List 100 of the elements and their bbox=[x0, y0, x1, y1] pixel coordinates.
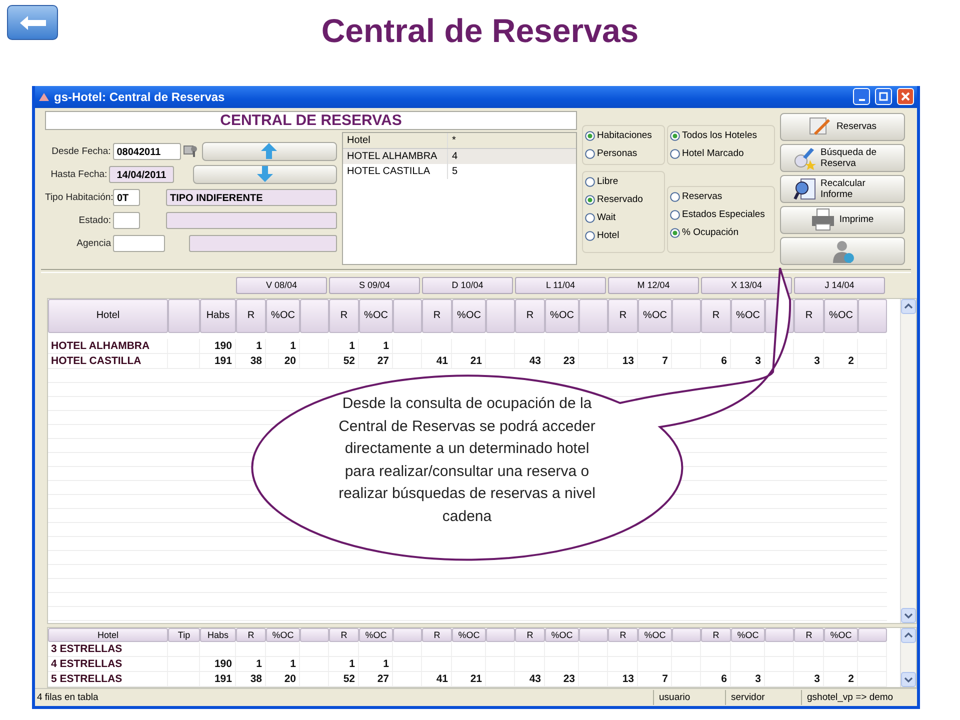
back-button[interactable] bbox=[7, 5, 58, 40]
column-header: R bbox=[236, 298, 266, 333]
column-header bbox=[486, 298, 515, 333]
table-cell: 52 bbox=[329, 354, 359, 368]
day-header: X 13/04 bbox=[701, 276, 792, 294]
table-cell: 13 bbox=[608, 354, 638, 368]
table-cell: 38 bbox=[236, 672, 266, 686]
input-field[interactable]: 0T bbox=[113, 188, 140, 206]
day-header: S 09/04 bbox=[329, 276, 420, 294]
column-header: %OC bbox=[266, 298, 300, 333]
hotel-name: HOTEL CASTILLA bbox=[343, 164, 448, 179]
column-header: %OC bbox=[452, 628, 486, 642]
radio-option[interactable]: Personas bbox=[585, 146, 662, 161]
radio-option[interactable]: Reservado bbox=[585, 192, 662, 207]
column-header: %OC bbox=[731, 628, 765, 642]
table-cell: 3 bbox=[731, 672, 765, 686]
column-header: %OC bbox=[824, 298, 858, 333]
column-header: R bbox=[515, 628, 545, 642]
column-header bbox=[393, 628, 422, 642]
radio-option[interactable]: % Ocupación bbox=[670, 226, 772, 240]
column-header: R bbox=[794, 628, 824, 642]
radio-button[interactable] bbox=[670, 130, 680, 141]
table-cell: 23 bbox=[545, 354, 579, 368]
status-field: usuario bbox=[653, 690, 725, 706]
close-button[interactable] bbox=[897, 88, 914, 106]
radio-option[interactable]: Todos los Hoteles bbox=[670, 128, 772, 143]
radio-button[interactable] bbox=[585, 130, 595, 141]
report-search-icon bbox=[792, 176, 816, 201]
column-header: R bbox=[794, 298, 824, 333]
column-header: R bbox=[701, 628, 731, 642]
arrow-button[interactable] bbox=[192, 164, 337, 184]
minimize-button[interactable] bbox=[853, 88, 870, 106]
input-field[interactable] bbox=[113, 234, 165, 252]
scroll-up-icon bbox=[901, 628, 916, 644]
field-label: Tipo Habitación: bbox=[45, 192, 111, 203]
table-cell: 1 bbox=[236, 657, 266, 672]
column-header: %OC bbox=[638, 298, 672, 333]
field-label: Estado: bbox=[78, 214, 111, 226]
radio-button[interactable] bbox=[670, 210, 680, 220]
table-cell: 191 bbox=[200, 354, 236, 368]
radio-option[interactable]: Wait bbox=[585, 210, 662, 225]
maximize-icon bbox=[879, 92, 888, 102]
table-cell: 1 bbox=[329, 338, 359, 353]
action-button[interactable]: Búsqueda de Reserva bbox=[780, 144, 905, 172]
close-icon bbox=[901, 92, 910, 102]
radio-button[interactable] bbox=[585, 212, 595, 223]
maximize-button[interactable] bbox=[875, 88, 892, 106]
input-field[interactable]: 14/04/2011 bbox=[109, 166, 174, 183]
radio-option[interactable]: Hotel bbox=[585, 228, 662, 243]
table-cell: 21 bbox=[452, 354, 486, 368]
hotel-name: HOTEL CASTILLA bbox=[48, 354, 168, 368]
table-cell: 13 bbox=[608, 672, 638, 686]
user-button[interactable] bbox=[780, 236, 905, 265]
column-header: Tip bbox=[168, 628, 200, 642]
radio-option[interactable]: Reservas bbox=[670, 190, 772, 204]
table-cell: 7 bbox=[638, 354, 672, 368]
input-field[interactable] bbox=[113, 212, 140, 229]
app-icon bbox=[39, 92, 49, 101]
radio-button[interactable] bbox=[585, 176, 595, 187]
radio-button[interactable] bbox=[670, 148, 680, 159]
column-header: R bbox=[329, 298, 359, 333]
action-button[interactable]: Reservas bbox=[780, 112, 905, 141]
column-header: %OC bbox=[731, 298, 765, 333]
radio-option[interactable]: Estados Especiales bbox=[670, 208, 772, 222]
slide-title: Central de Reservas bbox=[321, 12, 639, 50]
radio-option[interactable]: Libre bbox=[585, 174, 662, 189]
day-header: V 08/04 bbox=[236, 276, 327, 294]
column-header bbox=[672, 628, 701, 642]
table-cell: 41 bbox=[422, 354, 452, 368]
list-row[interactable]: HOTEL CASTILLA 5 bbox=[343, 164, 576, 179]
radio-button[interactable] bbox=[585, 230, 595, 241]
column-header bbox=[393, 298, 422, 333]
radio-button[interactable] bbox=[585, 194, 595, 205]
column-header: R bbox=[422, 628, 452, 642]
user-icon bbox=[830, 238, 854, 263]
radio-option[interactable]: Habitaciones bbox=[585, 128, 662, 143]
search-icon bbox=[792, 146, 816, 170]
hotel-name: HOTEL ALHAMBRA bbox=[343, 148, 448, 164]
scrollbar[interactable] bbox=[900, 298, 916, 624]
input-field[interactable]: 08042011 bbox=[112, 142, 181, 160]
table-cell: 27 bbox=[359, 354, 393, 368]
table-cell: 20 bbox=[266, 672, 300, 686]
arrow-button[interactable] bbox=[202, 142, 337, 161]
action-button[interactable]: Recalcular Informe bbox=[780, 174, 905, 203]
scrollbar[interactable] bbox=[900, 628, 916, 688]
radio-button[interactable] bbox=[670, 192, 680, 202]
radio-button[interactable] bbox=[670, 228, 680, 238]
column-header: R bbox=[608, 628, 638, 642]
column-header: Habs bbox=[200, 298, 236, 333]
radio-option[interactable]: Hotel Marcado bbox=[670, 146, 772, 161]
table-cell: 41 bbox=[422, 672, 452, 686]
table-cell: 191 bbox=[200, 672, 236, 686]
list-row[interactable]: HOTEL ALHAMBRA 4 bbox=[343, 148, 576, 164]
table-cell: 190 bbox=[200, 657, 236, 672]
table-cell: 38 bbox=[236, 354, 266, 368]
radio-button[interactable] bbox=[585, 148, 595, 159]
day-header: M 12/04 bbox=[608, 276, 699, 294]
report-title: CENTRAL DE RESERVAS bbox=[45, 110, 577, 130]
action-button[interactable]: Imprime bbox=[780, 206, 905, 234]
column-header bbox=[579, 298, 608, 333]
